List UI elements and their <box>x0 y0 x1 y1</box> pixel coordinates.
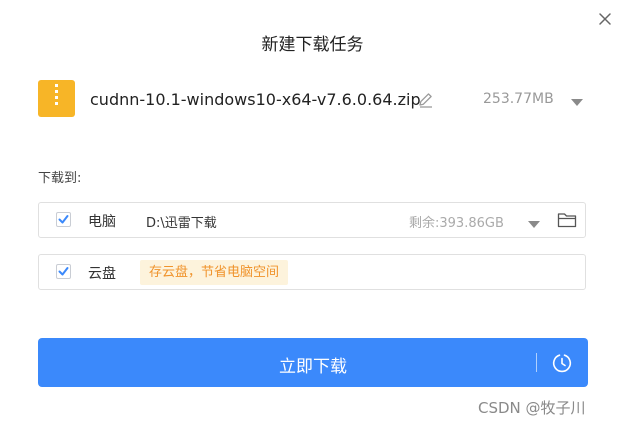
chevron-down-icon <box>571 99 583 106</box>
browse-folder-button[interactable] <box>557 211 577 229</box>
download-now-button[interactable]: 立即下载 <box>38 338 588 387</box>
edit-icon <box>419 93 432 108</box>
button-divider <box>536 353 537 372</box>
cloud-checkbox[interactable] <box>56 264 71 279</box>
path-dropdown[interactable] <box>526 215 542 228</box>
watermark: CSDN @牧子川 <box>478 399 586 417</box>
download-now-label: 立即下载 <box>279 357 347 377</box>
pc-label: 电脑 <box>88 214 116 230</box>
dialog-title: 新建下载任务 <box>261 35 364 55</box>
cloud-label: 云盘 <box>88 266 116 282</box>
folder-icon <box>557 213 577 228</box>
save-path[interactable]: D:\迅雷下载 <box>146 212 217 231</box>
file-name: cudnn-10.1-windows10-x64-v7.6.0.64.zip <box>90 90 421 109</box>
rename-button[interactable] <box>417 91 435 109</box>
schedule-download-button[interactable] <box>550 351 574 375</box>
save-location-label: 下载到: <box>38 171 82 186</box>
zip-file-icon <box>38 80 75 117</box>
size-dropdown[interactable] <box>569 93 585 106</box>
checkmark-icon <box>58 215 69 224</box>
pc-checkbox[interactable] <box>56 212 71 227</box>
chevron-down-icon <box>528 221 540 228</box>
close-button[interactable] <box>596 10 614 28</box>
cloud-tip: 存云盘，节省电脑空间 <box>140 260 289 285</box>
close-icon <box>599 13 611 25</box>
clock-icon <box>552 354 572 373</box>
free-space: 剩余:393.86GB <box>409 216 504 231</box>
checkmark-icon <box>58 267 69 276</box>
pc-destination-row: 电脑 D:\迅雷下载 剩余:393.86GB <box>38 202 586 238</box>
cloud-destination-row: 云盘 存云盘，节省电脑空间 <box>38 254 586 290</box>
file-size: 253.77MB <box>483 91 554 107</box>
